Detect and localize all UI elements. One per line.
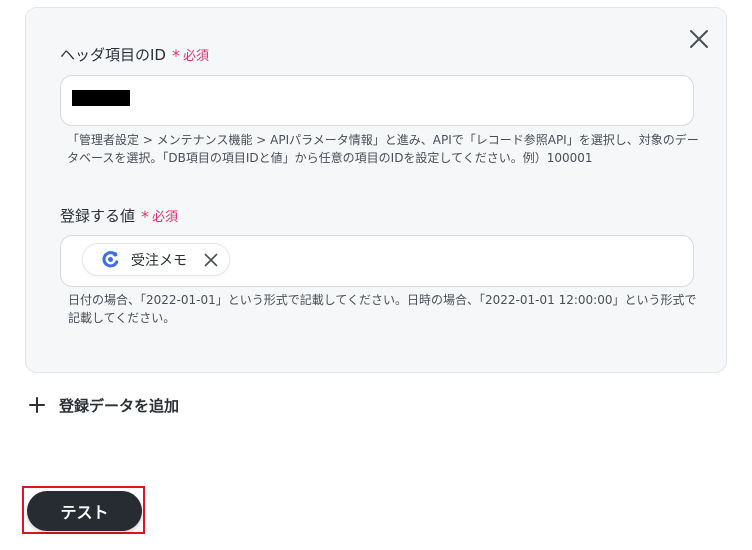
help-line: タベースを選択。「DB項目の項目IDと値」から任意の項目のIDを設定してください… (67, 151, 593, 165)
plus-icon (29, 397, 45, 413)
help-text-register-value: 日付の場合、「2022-01-01」という形式で記載してください。日時の場合、「… (68, 291, 696, 327)
chip-label: 受注メモ (131, 253, 187, 269)
help-line: 記載してください。 (68, 311, 176, 325)
field-label-text: ヘッダ項目のID (60, 46, 166, 64)
help-line: 「管理者設定 > メンテナンス機能 > APIパラメータ情報」と進み、APIで「… (67, 133, 699, 147)
add-register-data-label: 登録データを追加 (59, 397, 180, 415)
remove-icon[interactable] (203, 252, 219, 268)
value-chip[interactable]: 受注メモ (82, 243, 230, 276)
service-logo-icon (102, 251, 119, 268)
required-text: 必須 (152, 210, 179, 225)
test-button[interactable]: テスト (27, 491, 142, 531)
test-button-highlight: テスト (22, 486, 145, 534)
redacted-value (72, 90, 130, 106)
help-line: 日付の場合、「2022-01-01」という形式で記載してください。日時の場合、「… (68, 293, 697, 307)
required-text: 必須 (182, 49, 209, 64)
required-badge: * 必須 (141, 207, 179, 226)
close-icon[interactable] (688, 28, 710, 50)
header-id-input[interactable] (60, 75, 694, 126)
required-badge: * 必須 (171, 46, 209, 65)
field-label-header-id: ヘッダ項目のID * 必須 (60, 44, 209, 65)
field-label-register-value: 登録する値 * 必須 (60, 205, 178, 226)
help-text-header-id: 「管理者設定 > メンテナンス機能 > APIパラメータ情報」と進み、APIで「… (67, 131, 699, 167)
field-label-text: 登録する値 (60, 207, 136, 225)
